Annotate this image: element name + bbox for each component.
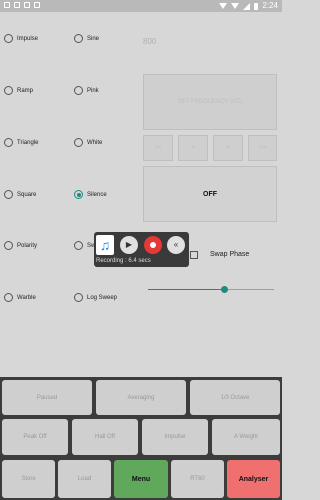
radio-circle[interactable] [74, 293, 83, 302]
analyser-button[interactable]: Analyser [227, 460, 280, 498]
volume-slider[interactable] [148, 286, 274, 293]
radio-impulse[interactable]: Impulse [4, 34, 38, 43]
radio-label: Log Sweep [87, 294, 118, 301]
radio-log-sweep[interactable]: Log Sweep [74, 293, 117, 302]
radio-circle-selected[interactable] [74, 190, 83, 199]
radio-polarity[interactable]: Polarity [4, 241, 37, 250]
notification-icon [34, 2, 40, 8]
radio-circle[interactable] [4, 293, 13, 302]
volume-slider-fill [148, 289, 224, 290]
notification-icon [24, 2, 30, 8]
rt60-button[interactable]: RT60 [171, 460, 224, 498]
swap-phase-checkbox[interactable] [190, 251, 198, 259]
radio-circle[interactable] [4, 86, 13, 95]
swap-phase-label: Swap Phase [210, 251, 250, 258]
step-fast-forward-button[interactable]: >> [248, 135, 277, 161]
notification-icon [14, 2, 20, 8]
radio-label: Impulse [17, 35, 39, 42]
radio-circle[interactable] [4, 138, 13, 147]
radio-circle[interactable] [4, 241, 13, 250]
radio-label: White [87, 139, 103, 146]
menu-button[interactable]: Menu [114, 460, 168, 498]
octave-button[interactable]: 1/3 Octave [190, 380, 280, 415]
store-button[interactable]: Store [2, 460, 55, 498]
clock: 2:24 [262, 1, 278, 10]
radio-label: Sine [87, 35, 100, 42]
location-icon [219, 3, 228, 9]
radio-pink[interactable]: Pink [74, 86, 99, 95]
radio-circle[interactable] [4, 190, 13, 199]
radio-triangle[interactable]: Triangle [4, 138, 38, 147]
load-button[interactable]: Load [58, 460, 111, 498]
radio-circle[interactable] [74, 34, 83, 43]
radio-sine[interactable]: Sine [74, 34, 99, 43]
collapse-icon[interactable]: « [167, 236, 185, 254]
radio-white[interactable]: White [74, 138, 102, 147]
step-forward-button[interactable]: > [213, 135, 243, 161]
wifi-icon [231, 3, 240, 9]
volume-slider-thumb[interactable] [221, 286, 228, 293]
radio-label: Warble [17, 294, 36, 301]
impulse-button[interactable]: Impulse [142, 419, 208, 455]
radio-silence[interactable]: Silence [74, 190, 107, 199]
set-frequency-button[interactable]: SET FREQUENCY (HZ) [143, 74, 277, 130]
radio-label: Ramp [17, 87, 34, 94]
hall-button[interactable]: Hall Off [72, 419, 138, 455]
radio-circle[interactable] [74, 138, 83, 147]
output-toggle-button[interactable]: OFF [143, 166, 277, 222]
radio-label: Triangle [17, 139, 39, 146]
radio-warble[interactable]: Warble [4, 293, 36, 302]
weighting-button[interactable]: A Weight [212, 419, 280, 455]
radio-label: Square [17, 191, 37, 198]
bottom-controls: Paused Averaging 1/3 Octave Peak Off Hal… [0, 377, 282, 500]
battery-icon [254, 2, 259, 10]
averaging-button[interactable]: Averaging [96, 380, 186, 415]
recorder-overlay: ♫ ▶ « Recording : 6.4 secs [94, 232, 189, 267]
recording-status: Recording : 6.4 secs [96, 258, 151, 264]
play-icon[interactable]: ▶ [120, 236, 138, 254]
status-bar: 2:24 [0, 0, 282, 12]
peak-button[interactable]: Peak Off [2, 419, 68, 455]
frequency-input[interactable]: 800 [143, 37, 156, 46]
radio-circle[interactable] [74, 241, 83, 250]
step-back-button[interactable]: < [178, 135, 208, 161]
radio-label: Pink [87, 87, 99, 94]
radio-square[interactable]: Square [4, 190, 36, 199]
radio-label: Polarity [17, 242, 38, 249]
step-fast-back-button[interactable]: << [143, 135, 173, 161]
paused-button[interactable]: Paused [2, 380, 92, 415]
notification-icon [4, 2, 10, 8]
notification-icons [4, 2, 40, 8]
signal-icon [243, 2, 251, 10]
radio-ramp[interactable]: Ramp [4, 86, 33, 95]
radio-label: Silence [87, 191, 107, 198]
radio-circle[interactable] [74, 86, 83, 95]
record-icon[interactable] [144, 236, 162, 254]
radio-circle[interactable] [4, 34, 13, 43]
music-note-icon: ♫ [96, 235, 114, 255]
